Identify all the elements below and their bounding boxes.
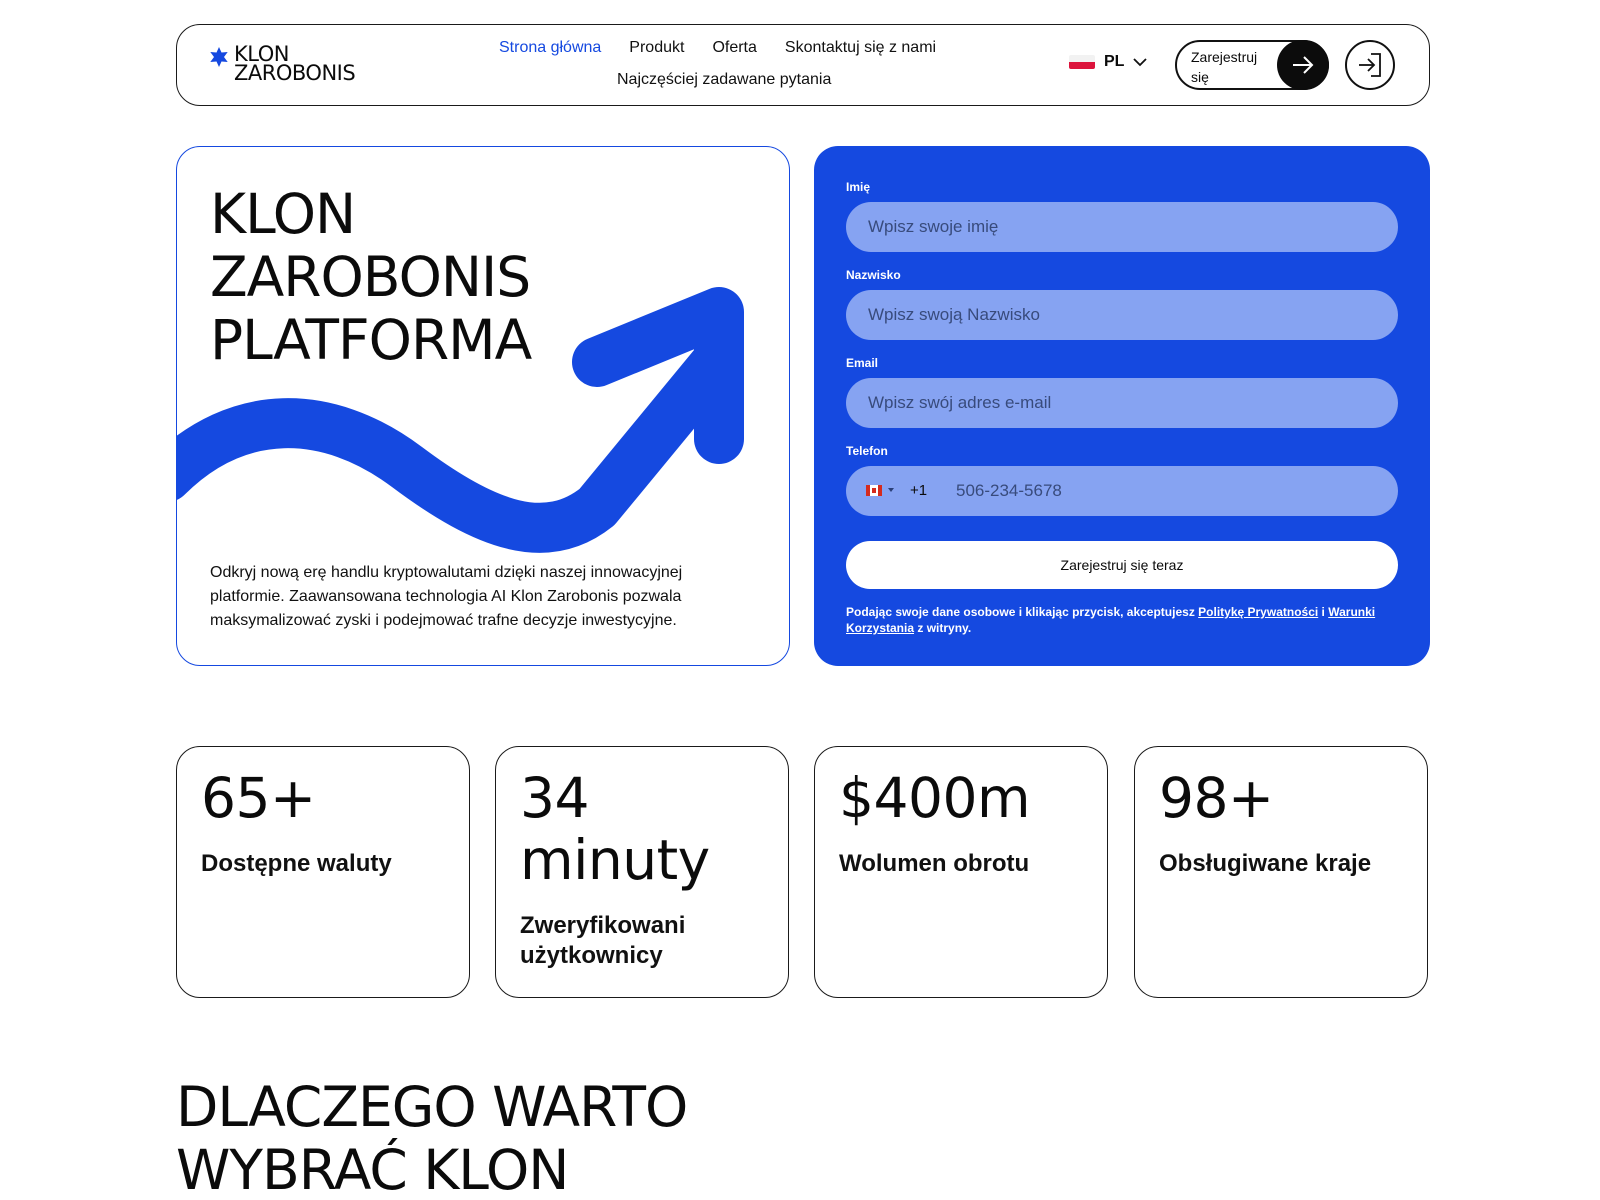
register-button-label: Zarejestruj się bbox=[1191, 49, 1258, 85]
stat-card-volume: $400m Wolumen obrotu bbox=[814, 746, 1108, 998]
nav-home[interactable]: Strona główna bbox=[499, 39, 601, 57]
email-label: Email bbox=[846, 356, 879, 370]
email-input[interactable] bbox=[846, 378, 1398, 428]
nav-product[interactable]: Produkt bbox=[629, 39, 684, 57]
star-logo-icon bbox=[210, 47, 228, 67]
why-title-line-2: WYBRAĆ KLON bbox=[176, 1138, 569, 1200]
submit-button[interactable]: Zarejestruj się teraz bbox=[846, 541, 1398, 589]
hero-title-line-2: ZAROBONIS bbox=[210, 245, 531, 309]
stat-card-countries: 98+ Obsługiwane kraje bbox=[1134, 746, 1428, 998]
stat-label: Zweryfikowani użytkownicy bbox=[520, 912, 686, 969]
privacy-policy-link[interactable]: Politykę Prywatności bbox=[1198, 605, 1318, 619]
logo-text: KLON ZAROBONIS bbox=[234, 44, 356, 85]
stat-label: Wolumen obrotu bbox=[839, 850, 1030, 877]
consent-prefix: Podając swoje dane osobowe i klikając pr… bbox=[846, 605, 1199, 619]
stat-card-currencies: 65+ Dostępne waluty bbox=[176, 746, 470, 998]
consent-suffix: z witryny. bbox=[914, 621, 972, 635]
caret-down-icon[interactable] bbox=[888, 488, 894, 492]
hero-description: Odkryj nową erę handlu kryptowalutami dz… bbox=[210, 564, 683, 629]
nav-contact[interactable]: Skontaktuj się z nami bbox=[785, 39, 936, 57]
first-name-input[interactable] bbox=[846, 202, 1398, 252]
phone-label: Telefon bbox=[846, 444, 888, 458]
language-code: PL bbox=[1104, 53, 1125, 70]
site-header: KLON ZAROBONIS Strona główna Produkt Ofe… bbox=[176, 24, 1430, 106]
login-button[interactable] bbox=[1345, 40, 1395, 90]
main-nav: Strona główna Produkt Oferta Skontaktuj … bbox=[499, 39, 936, 57]
last-name-label: Nazwisko bbox=[846, 268, 901, 282]
nav-faq[interactable]: Najczęściej zadawane pytania bbox=[617, 71, 831, 88]
hero-title-line-3: PLATFORMA bbox=[210, 308, 532, 372]
logo[interactable]: KLON ZAROBONIS bbox=[209, 44, 356, 85]
arrow-right-icon bbox=[1277, 40, 1329, 90]
stat-value: $400m bbox=[839, 766, 1031, 830]
logo-line-2: ZAROBONIS bbox=[234, 61, 356, 85]
last-name-input[interactable] bbox=[846, 290, 1398, 340]
canada-flag-icon[interactable] bbox=[866, 485, 882, 496]
hero-title: KLON ZAROBONIS PLATFORMA bbox=[210, 182, 532, 372]
phone-field: +1 bbox=[846, 466, 1398, 516]
phone-input[interactable] bbox=[956, 466, 1376, 516]
consent-and: i bbox=[1318, 605, 1329, 619]
stat-value: 65+ bbox=[201, 766, 316, 830]
registration-form: Imię Nazwisko Email Telefon +1 Zarejestr… bbox=[814, 146, 1430, 666]
stat-card-verified-users: 34 minuty Zweryfikowani użytkownicy bbox=[495, 746, 789, 998]
secondary-nav: Najczęściej zadawane pytania bbox=[617, 71, 831, 89]
register-button[interactable]: Zarejestruj się bbox=[1175, 40, 1329, 90]
why-title-line-1: DLACZEGO WARTO bbox=[176, 1075, 688, 1139]
chevron-down-icon bbox=[1133, 57, 1148, 66]
language-selector[interactable]: PL bbox=[1069, 53, 1148, 71]
why-section-title: DLACZEGO WARTO WYBRAĆ KLON bbox=[176, 1075, 688, 1200]
consent-text: Podając swoje dane osobowe i klikając pr… bbox=[846, 604, 1398, 636]
hero-title-line-1: KLON bbox=[210, 182, 356, 246]
stat-label: Dostępne waluty bbox=[201, 850, 392, 877]
login-icon bbox=[1359, 53, 1381, 77]
first-name-label: Imię bbox=[846, 180, 871, 194]
nav-offer[interactable]: Oferta bbox=[712, 39, 756, 57]
poland-flag-icon bbox=[1069, 55, 1095, 69]
stat-value: 34 minuty bbox=[520, 766, 710, 892]
stat-value: 98+ bbox=[1159, 766, 1274, 830]
stat-label: Obsługiwane kraje bbox=[1159, 850, 1372, 877]
phone-country-code: +1 bbox=[910, 482, 928, 499]
hero-card: KLON ZAROBONIS PLATFORMA Odkryj nową erę… bbox=[176, 146, 790, 666]
